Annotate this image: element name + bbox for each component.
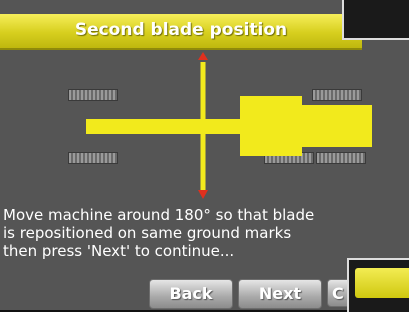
instruction-text: Move machine around 180° so that blade i… — [3, 206, 315, 260]
arrow-up-icon — [198, 52, 208, 60]
arrow-down-icon — [198, 190, 208, 199]
back-button[interactable]: Back — [149, 279, 233, 309]
dialog-title: Second blade position — [74, 20, 288, 40]
blade-diagram — [0, 48, 409, 208]
machine-body — [302, 105, 372, 147]
overlay-window-top — [342, 0, 409, 40]
machine-drawing — [86, 52, 372, 199]
overlay-title-strip — [355, 268, 409, 298]
overlay-window-bottom — [347, 258, 409, 312]
machine-cab — [240, 96, 302, 156]
next-button[interactable]: Next — [238, 279, 322, 309]
blade-arm — [86, 119, 246, 134]
title-bar: Second blade position — [0, 14, 362, 50]
